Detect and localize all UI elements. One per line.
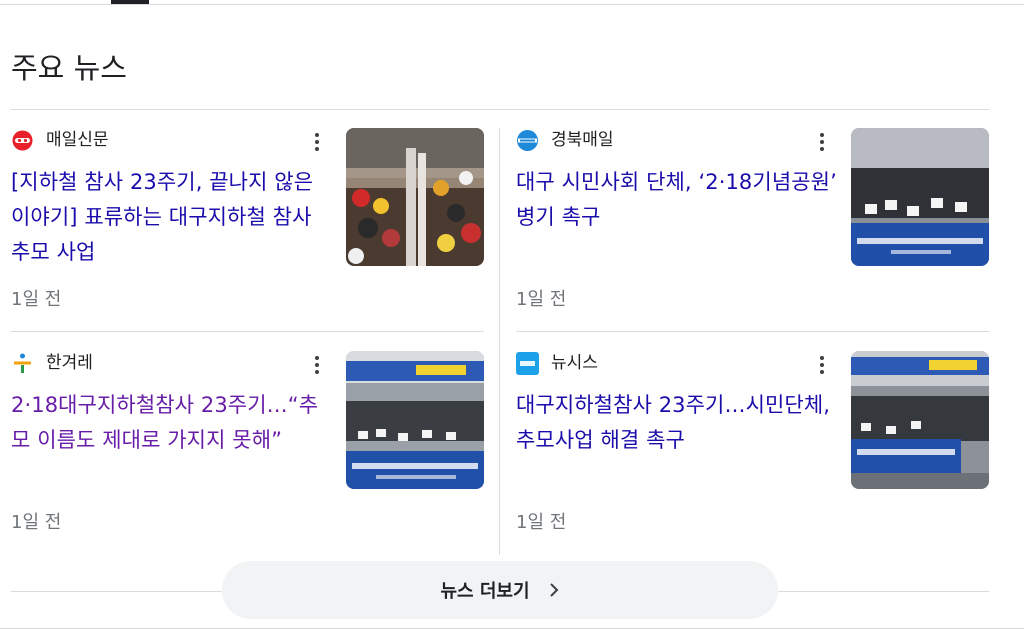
hankyoreh-logo-icon	[11, 352, 34, 375]
top-divider	[0, 4, 1024, 5]
kyongbuk-maeil-logo-icon	[516, 129, 539, 152]
headline-link[interactable]: 2·18대구지하철참사 23주기…“추모 이름도 제대로 가지지 못해”	[11, 388, 333, 458]
active-tab-indicator	[111, 0, 149, 4]
news-thumbnail[interactable]	[346, 128, 484, 266]
news-source: 한겨레	[11, 351, 93, 375]
maeil-shinmun-logo-icon	[11, 129, 34, 152]
headline-link[interactable]: 대구 시민사회 단체, ‘2·18기념공원’ 병기 촉구	[516, 165, 838, 235]
published-time: 1일 전	[516, 512, 567, 533]
more-options-icon[interactable]	[812, 130, 832, 154]
source-name: 한겨레	[46, 353, 93, 373]
section-title: 주요 뉴스	[11, 51, 127, 85]
more-divider-left	[11, 591, 222, 592]
published-time: 1일 전	[11, 289, 62, 310]
source-name: 매일신문	[46, 130, 109, 150]
chevron-right-icon	[548, 582, 560, 598]
more-news-label: 뉴스 더보기	[440, 581, 530, 602]
news-source: 뉴시스	[516, 351, 598, 375]
bottom-divider	[0, 628, 1024, 629]
published-time: 1일 전	[11, 512, 62, 533]
newsis-logo-icon	[516, 351, 539, 375]
title-divider	[11, 109, 989, 110]
news-card[interactable]: 매일신문 [지하철 참사 23주기, 끝나지 않은 이야기] 표류하는 대구지하…	[11, 128, 484, 332]
more-options-icon[interactable]	[812, 353, 832, 377]
source-name: 경북매일	[551, 130, 614, 150]
news-thumbnail[interactable]	[851, 128, 989, 266]
news-source: 매일신문	[11, 128, 109, 152]
published-time: 1일 전	[516, 289, 567, 310]
more-options-icon[interactable]	[307, 353, 327, 377]
news-thumbnail[interactable]	[851, 351, 989, 489]
source-name: 뉴시스	[551, 353, 598, 373]
more-news-button[interactable]: 뉴스 더보기	[222, 561, 778, 619]
news-thumbnail[interactable]	[346, 351, 484, 489]
more-divider-right	[778, 591, 989, 592]
more-options-icon[interactable]	[307, 130, 327, 154]
column-divider	[499, 128, 500, 555]
news-source: 경북매일	[516, 128, 614, 152]
headline-link[interactable]: [지하철 참사 23주기, 끝나지 않은 이야기] 표류하는 대구지하철 참사 …	[11, 165, 333, 270]
news-card[interactable]: 뉴시스 대구지하철참사 23주기…시민단체, 추모사업 해결 촉구 1일 전	[516, 351, 989, 555]
news-card[interactable]: 경북매일 대구 시민사회 단체, ‘2·18기념공원’ 병기 촉구 1일 전	[516, 128, 989, 332]
headline-link[interactable]: 대구지하철참사 23주기…시민단체, 추모사업 해결 촉구	[516, 388, 838, 458]
news-card[interactable]: 한겨레 2·18대구지하철참사 23주기…“추모 이름도 제대로 가지지 못해”…	[11, 351, 484, 555]
